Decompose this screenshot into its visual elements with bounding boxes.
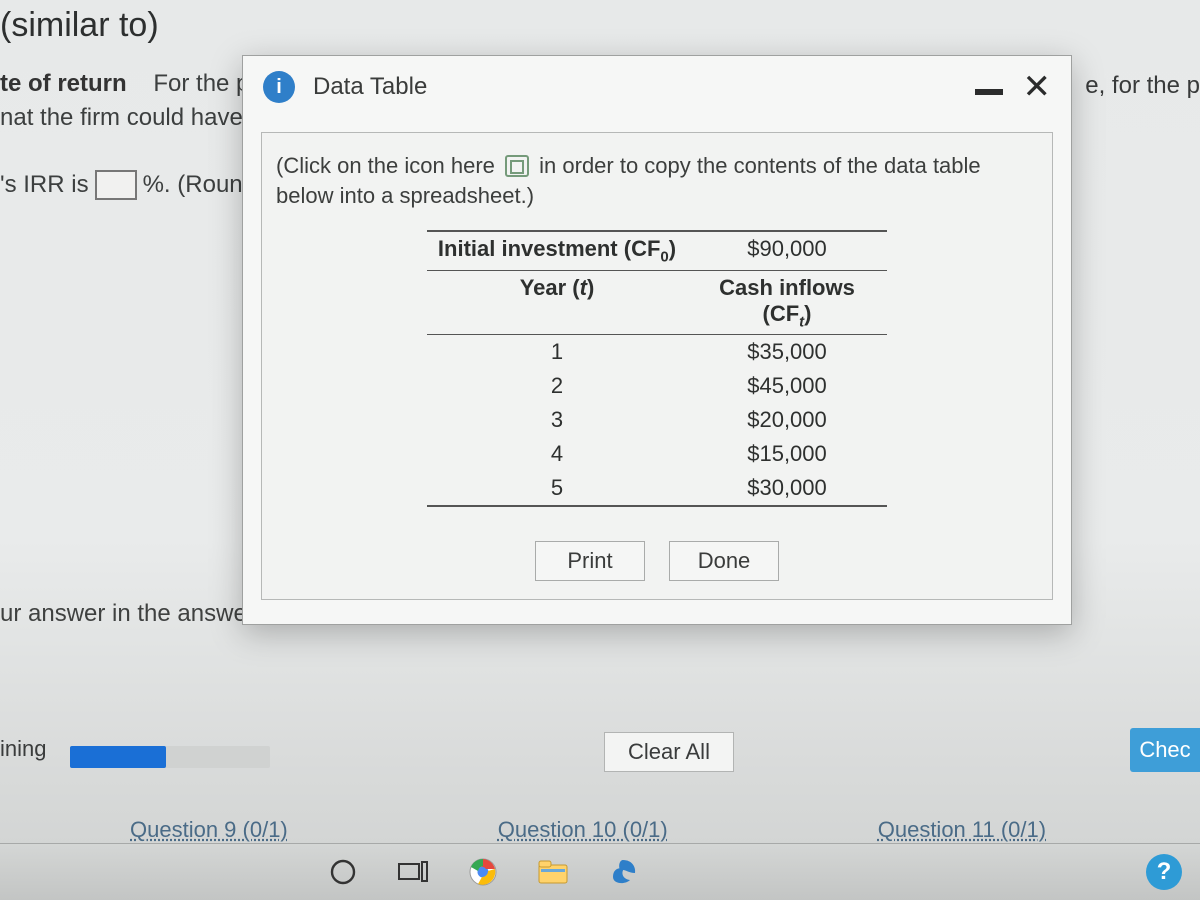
cf-cell: $35,000 bbox=[687, 335, 887, 369]
print-button[interactable]: Print bbox=[535, 541, 645, 581]
right-text-fragment: e, for the p bbox=[1085, 72, 1200, 100]
question-nav-10[interactable]: Question 10 (0/1) bbox=[498, 817, 668, 843]
modal-body: (Click on the icon here in order to copy… bbox=[261, 132, 1053, 600]
initial-investment-label: Initial investment (CF0) bbox=[427, 232, 687, 269]
year-header: Year (t) bbox=[427, 271, 687, 334]
table-row: 3 $20,000 bbox=[427, 403, 887, 437]
table-row: 4 $15,000 bbox=[427, 437, 887, 471]
table-row: 5 $30,000 bbox=[427, 471, 887, 507]
irr-input[interactable] bbox=[95, 170, 137, 200]
initial-investment-value: $90,000 bbox=[687, 232, 887, 269]
question-nav: Question 9 (0/1) Question 10 (0/1) Quest… bbox=[0, 794, 1200, 844]
year-cell: 1 bbox=[427, 335, 687, 369]
edge-icon[interactable] bbox=[606, 855, 640, 889]
done-button[interactable]: Done bbox=[669, 541, 779, 581]
year-cell: 4 bbox=[427, 437, 687, 471]
close-icon[interactable]: ✕ bbox=[1023, 70, 1052, 104]
question-nav-11[interactable]: Question 11 (0/1) bbox=[878, 817, 1046, 843]
table-row: 2 $45,000 bbox=[427, 369, 887, 403]
chrome-icon[interactable] bbox=[466, 855, 500, 889]
cf-cell: $20,000 bbox=[687, 403, 887, 437]
info-icon: i bbox=[263, 71, 295, 103]
cortana-icon[interactable] bbox=[326, 855, 360, 889]
remaining-label-fragment: ining bbox=[0, 736, 46, 762]
cash-inflows-header: Cash inflows (CFt) bbox=[687, 271, 887, 334]
task-view-icon[interactable] bbox=[396, 855, 430, 889]
year-cell: 2 bbox=[427, 369, 687, 403]
taskbar bbox=[0, 844, 1200, 900]
irr-line: 's IRR is %. (Round to bbox=[0, 170, 283, 200]
copy-hint: (Click on the icon here in order to copy… bbox=[276, 151, 1038, 210]
progress-fill bbox=[70, 746, 166, 768]
modal-buttons: Print Done bbox=[276, 541, 1038, 581]
cf-cell: $30,000 bbox=[687, 471, 887, 505]
irr-prefix: 's IRR is bbox=[0, 171, 89, 199]
check-answer-button[interactable]: Chec bbox=[1130, 728, 1200, 772]
copy-icon[interactable] bbox=[505, 155, 529, 177]
file-explorer-icon[interactable] bbox=[536, 855, 570, 889]
year-cell: 3 bbox=[427, 403, 687, 437]
modal-title: Data Table bbox=[313, 73, 427, 101]
modal-header: i Data Table ✕ bbox=[243, 56, 1071, 114]
cf-cell: $45,000 bbox=[687, 369, 887, 403]
similar-to-label: (similar to) bbox=[0, 6, 159, 45]
data-table: Initial investment (CF0) $90,000 Year (t… bbox=[427, 230, 887, 507]
cf-cell: $15,000 bbox=[687, 437, 887, 471]
data-table-body: 1 $35,000 2 $45,000 3 $20,000 4 $15,000 bbox=[427, 335, 887, 507]
clear-all-button[interactable]: Clear All bbox=[604, 732, 734, 772]
help-icon[interactable]: ? bbox=[1146, 854, 1182, 890]
question-nav-9[interactable]: Question 9 (0/1) bbox=[130, 817, 288, 843]
table-row: 1 $35,000 bbox=[427, 335, 887, 369]
copy-hint-a: (Click on the icon here bbox=[276, 153, 495, 178]
data-table-modal: i Data Table ✕ (Click on the icon here i… bbox=[242, 55, 1072, 625]
minimize-icon[interactable] bbox=[975, 89, 1003, 95]
screen: (similar to) te of return For the proje … bbox=[0, 0, 1200, 900]
rate-of-return-label: te of return bbox=[0, 70, 127, 97]
progress-bar bbox=[70, 746, 270, 768]
year-cell: 5 bbox=[427, 471, 687, 505]
